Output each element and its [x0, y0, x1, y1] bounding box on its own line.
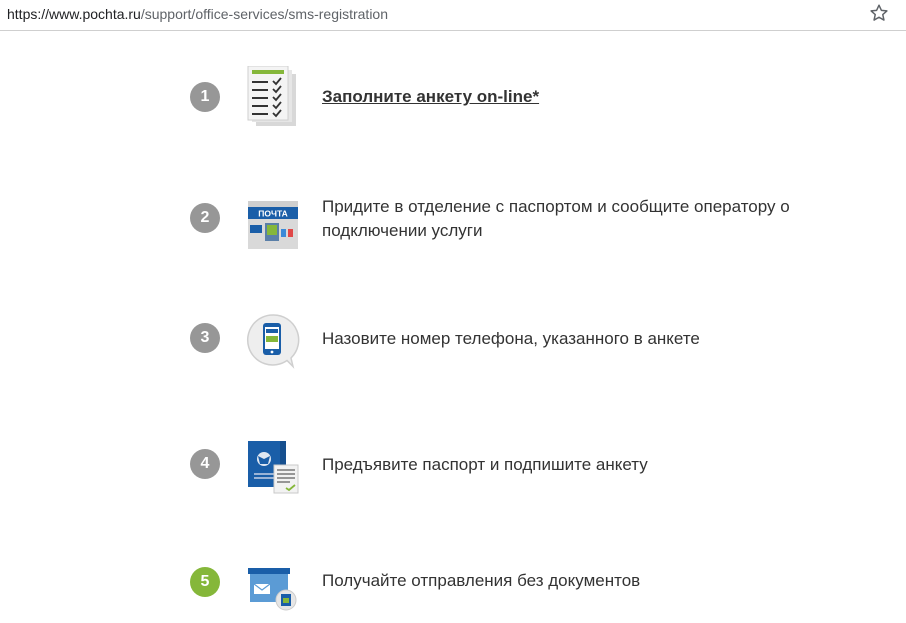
- step-5-text: Получайте отправления без документов: [322, 571, 641, 590]
- step-number-4: 4: [190, 449, 220, 479]
- fill-form-online-link[interactable]: Заполните анкету on-line*: [322, 85, 842, 109]
- bookmark-star-icon[interactable]: [868, 2, 890, 24]
- url-path: /support/office-services/sms-registratio…: [140, 6, 389, 22]
- step-3-text: Назовите номер телефона, указанного в ан…: [322, 329, 700, 348]
- passport-sign-icon: [248, 441, 299, 494]
- post-office-sign: ПОЧТА: [258, 209, 288, 219]
- step-number-1: 1: [190, 82, 220, 112]
- form-checklist-icon: [247, 66, 296, 126]
- step-4-text: Предъявите паспорт и подпишите анкету: [322, 455, 648, 474]
- step-number-5: 5: [190, 567, 220, 597]
- address-bar[interactable]: https://www.pochta.ru/support/office-ser…: [0, 0, 906, 31]
- parcel-receive-icon: [248, 568, 297, 611]
- phone-bubble-icon: [246, 314, 300, 369]
- step-2-text: Придите в отделение с паспортом и сообщи…: [322, 197, 790, 240]
- step-number-3: 3: [190, 323, 220, 353]
- url-host: https://www.pochta.ru: [7, 6, 141, 22]
- step-number-2: 2: [190, 203, 220, 233]
- post-office-icon: ПОЧТА: [248, 201, 298, 249]
- url-text[interactable]: https://www.pochta.ru/support/office-ser…: [7, 6, 388, 22]
